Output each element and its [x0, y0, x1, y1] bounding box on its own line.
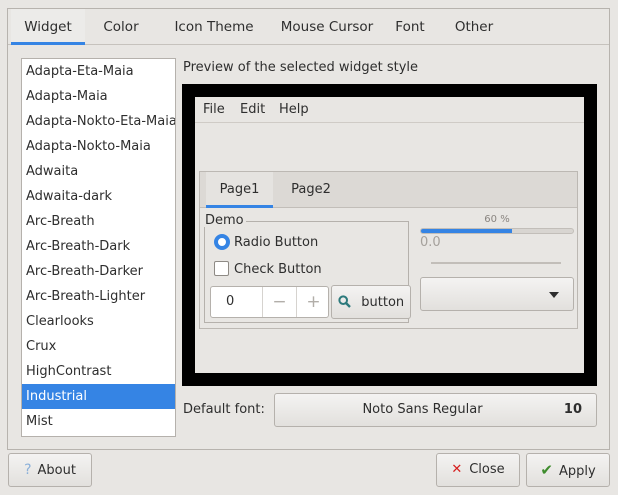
radio-button[interactable]: [214, 234, 230, 250]
about-button-label: About: [37, 463, 76, 478]
chevron-down-icon: [549, 292, 559, 298]
list-item[interactable]: Arc-Breath: [22, 209, 175, 234]
demo-button[interactable]: button: [331, 285, 411, 319]
default-font-label: Default font:: [183, 402, 265, 417]
list-item[interactable]: Adapta-Nokto-Maia: [22, 134, 175, 159]
tab-widget[interactable]: Widget: [11, 9, 85, 45]
about-button[interactable]: ? About: [8, 453, 92, 487]
tab-mouse-cursor[interactable]: Mouse Cursor: [271, 9, 383, 45]
spin-separator: [262, 287, 263, 317]
menu-help[interactable]: Help: [279, 97, 309, 123]
list-item[interactable]: Clearlooks: [22, 309, 175, 334]
preview-menubar: File Edit Help: [195, 97, 584, 123]
combo-box[interactable]: [420, 277, 574, 311]
font-button[interactable]: Noto Sans Regular 10: [274, 393, 597, 427]
progress-label: 60 %: [484, 214, 510, 225]
spin-plus-button[interactable]: +: [300, 287, 327, 317]
progress-bar: [420, 228, 574, 234]
tab-font[interactable]: Font: [383, 9, 437, 45]
list-item[interactable]: Arc-Breath-Darker: [22, 259, 175, 284]
list-item[interactable]: Adapta-Nokto-Eta-Maia: [22, 109, 175, 134]
font-name: Noto Sans Regular: [362, 402, 483, 417]
radio-button-label: Radio Button: [234, 235, 319, 250]
preview-area: File Edit Help Page1 Page2 Demo Radio Bu…: [182, 84, 597, 386]
spin-minus-button[interactable]: −: [266, 287, 293, 317]
list-item[interactable]: Adwaita: [22, 159, 175, 184]
help-icon: ?: [24, 462, 32, 478]
spin-value[interactable]: 0: [226, 287, 234, 317]
check-button-label: Check Button: [234, 262, 322, 277]
apply-button[interactable]: ✔ Apply: [526, 453, 610, 487]
demo-group-label: Demo: [203, 213, 246, 228]
progress-fill: [421, 229, 513, 233]
close-icon: ✕: [451, 462, 463, 477]
slider-track[interactable]: [431, 262, 561, 264]
preview-tab-page1[interactable]: Page1: [206, 172, 273, 208]
preview-title: Preview of the selected widget style: [183, 60, 419, 75]
menu-edit[interactable]: Edit: [240, 97, 265, 123]
list-item[interactable]: Arc-Breath-Dark: [22, 234, 175, 259]
tab-color[interactable]: Color: [85, 9, 157, 45]
close-button[interactable]: ✕ Close: [436, 453, 520, 487]
theme-list[interactable]: Adapta-Eta-Maia Adapta-Maia Adapta-Nokto-E…: [21, 58, 176, 437]
checkmark-icon: ✔: [540, 461, 553, 479]
menu-file[interactable]: File: [203, 97, 225, 123]
settings-tabbar: Widget Color Icon Theme Mouse Cursor Fon…: [8, 9, 609, 45]
demo-button-label: button: [361, 295, 405, 310]
list-item[interactable]: Adapta-Maia: [22, 84, 175, 109]
preview-tabbar: Page1 Page2: [200, 172, 577, 208]
tab-icon-theme[interactable]: Icon Theme: [157, 9, 271, 45]
list-item[interactable]: Adapta-Eta-Maia: [22, 59, 175, 84]
spin-separator: [296, 287, 297, 317]
search-icon: [338, 294, 355, 310]
list-item[interactable]: Adwaita-dark: [22, 184, 175, 209]
preview-window: File Edit Help Page1 Page2 Demo Radio Bu…: [195, 97, 584, 373]
check-button[interactable]: [214, 261, 229, 276]
spin-button[interactable]: 0 − +: [210, 286, 329, 318]
list-item[interactable]: Industrial: [22, 384, 175, 409]
font-size: 10: [563, 402, 582, 417]
apply-button-label: Apply: [558, 464, 596, 479]
tab-other[interactable]: Other: [437, 9, 511, 45]
slider-value: 0.0: [420, 235, 441, 250]
close-button-label: Close: [469, 462, 505, 477]
list-item[interactable]: Mist: [22, 409, 175, 434]
preview-tab-page2[interactable]: Page2: [278, 172, 344, 208]
list-item[interactable]: HighContrast: [22, 359, 175, 384]
list-item[interactable]: Arc-Breath-Lighter: [22, 284, 175, 309]
list-item[interactable]: Crux: [22, 334, 175, 359]
